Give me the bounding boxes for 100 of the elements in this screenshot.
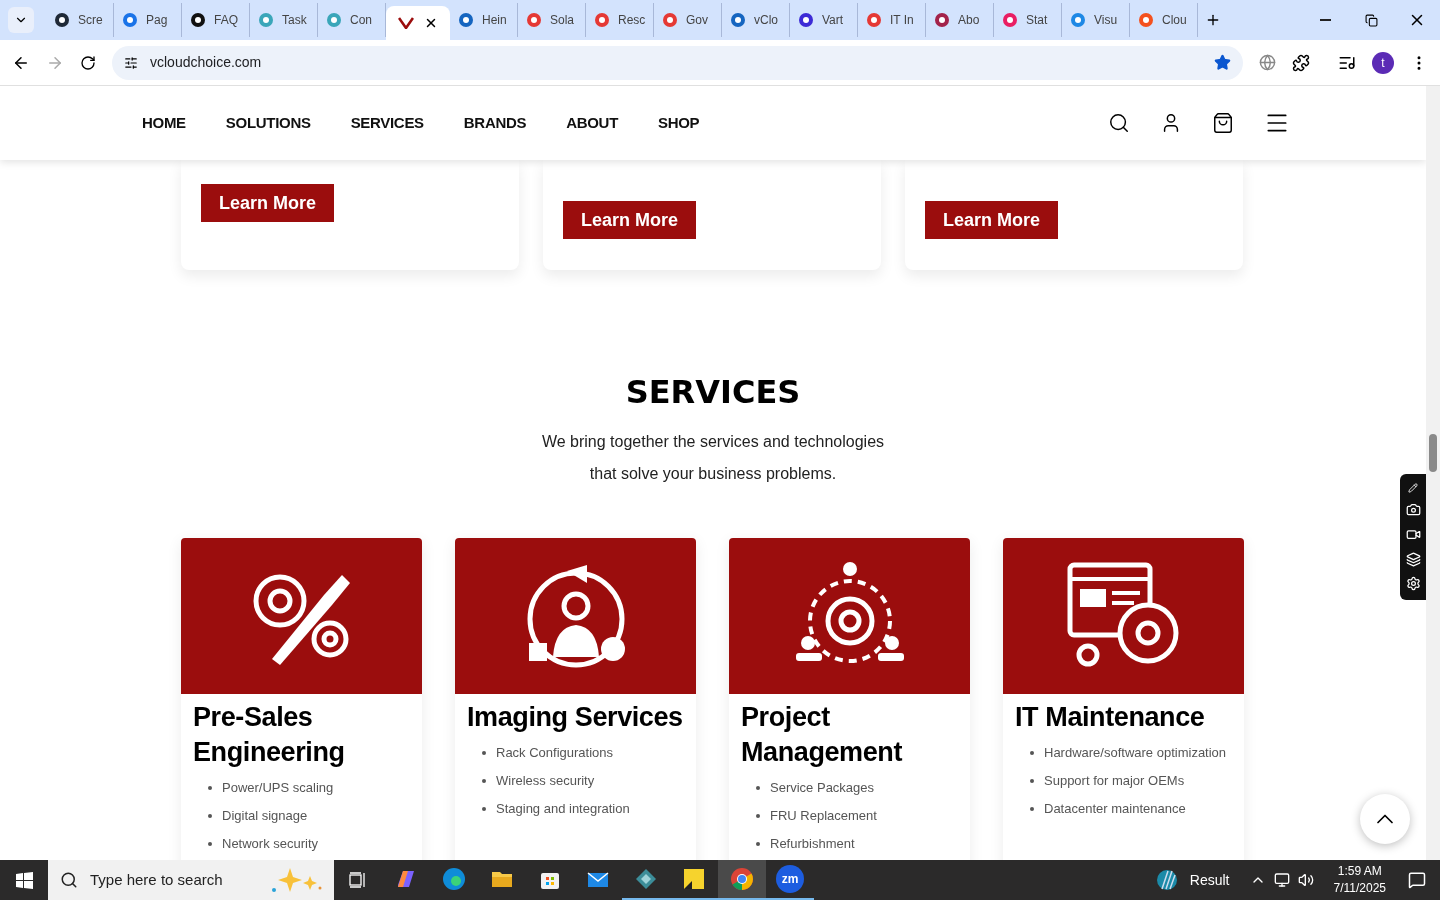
site-icon: [1138, 12, 1154, 28]
url-text: vcloudchoice.com: [150, 53, 263, 72]
globe-icon[interactable]: [1259, 54, 1276, 71]
site-icon: [458, 12, 474, 28]
browser-tab[interactable]: Scre: [46, 3, 114, 37]
weather-text: Result: [1189, 870, 1230, 890]
reload-icon[interactable]: [80, 54, 96, 71]
taskbar-app[interactable]: zm: [766, 860, 814, 900]
windows-logo-icon: [15, 871, 33, 889]
service-item: Staging and integration: [482, 795, 696, 823]
site-settings-icon: [124, 55, 138, 70]
learn-more-button[interactable]: Learn More: [563, 201, 697, 239]
browser-tab[interactable]: Gov: [654, 3, 722, 37]
site-icon: [326, 12, 342, 28]
task-view-icon: [349, 872, 367, 888]
site-icon: [730, 12, 746, 28]
site-icon: [54, 12, 70, 28]
browser-tab[interactable]: Vart: [790, 3, 858, 37]
service-item: Refurbishment: [756, 830, 970, 858]
site-icon: [594, 12, 610, 28]
browser-tab[interactable]: Sola: [518, 3, 586, 37]
card-title: Project Management: [740, 701, 904, 769]
nav-link[interactable]: SOLUTIONS: [225, 111, 311, 135]
browser-tab[interactable]: Visu: [1062, 3, 1130, 37]
browser-tab[interactable]: Hein: [450, 3, 518, 37]
browser-tab[interactable]: IT In: [858, 3, 926, 37]
service-item: Datacenter maintenance: [1030, 795, 1244, 823]
clock-time: 1:59 AM: [1337, 863, 1382, 880]
service-item: Network security: [208, 830, 422, 858]
zoom-icon: zm: [776, 865, 804, 893]
clock[interactable]: 1:59 AM 7/11/2025: [1325, 860, 1394, 900]
section-subtitle: We bring together the services and technologies that solve your business problems.: [540, 432, 886, 484]
service-item: Rack Configurations: [482, 739, 696, 767]
service-item: Wireless security: [482, 767, 696, 795]
network-icon[interactable]: [1273, 872, 1290, 888]
site-icon: [866, 12, 882, 28]
settings-icon[interactable]: [1405, 576, 1421, 592]
volume-icon[interactable]: [1297, 872, 1314, 888]
browser-tab[interactable]: Clou: [1130, 3, 1198, 37]
plus-icon: [1205, 12, 1221, 28]
address-bar[interactable]: vcloudchoice.com: [112, 45, 1243, 80]
site-icon: [798, 12, 814, 28]
service-item: Power/UPS scaling: [208, 774, 422, 802]
site-icon: [1070, 12, 1086, 28]
site-icon: [1002, 12, 1018, 28]
nav-link[interactable]: ABOUT: [566, 111, 618, 135]
notification-icon: [1408, 871, 1426, 889]
learn-more-button[interactable]: Learn More: [925, 201, 1059, 239]
browser-tab[interactable]: Stat: [994, 3, 1062, 37]
learn-more-button[interactable]: Learn More: [201, 184, 335, 222]
card-title: IT Maintenance: [1014, 701, 1206, 734]
search-icon[interactable]: [1108, 112, 1130, 134]
site-icon: [122, 12, 138, 28]
nav-link[interactable]: BRANDS: [463, 111, 527, 135]
search-placeholder: Type here to search: [90, 869, 224, 890]
section-title: SERVICES: [624, 376, 802, 408]
sparkle-icon: [270, 866, 322, 894]
site-icon: [662, 12, 678, 28]
card-title: Pre-Sales Engineering: [192, 701, 346, 769]
v-logo-icon: [398, 17, 414, 29]
tab-search-button[interactable]: [8, 7, 34, 33]
browser-tab[interactable]: vClo: [722, 3, 790, 37]
camera-icon[interactable]: [1405, 502, 1421, 518]
extensions-icon[interactable]: [1292, 53, 1310, 72]
nav-link[interactable]: SERVICES: [350, 111, 424, 135]
site-icon: [258, 12, 274, 28]
site-icon: [934, 12, 950, 28]
card-title: Imaging Services: [466, 701, 684, 734]
site-icon: [190, 12, 206, 28]
taskbar-search-field[interactable]: Type here to search: [48, 860, 334, 900]
site-icon: [526, 12, 542, 28]
video-icon[interactable]: [1405, 527, 1421, 542]
cart-icon[interactable]: [1212, 112, 1234, 134]
service-item: Service Packages: [756, 774, 970, 802]
scrollbar[interactable]: [1426, 86, 1440, 860]
profile-avatar[interactable]: t: [1372, 51, 1394, 74]
service-item: Digital signage: [208, 802, 422, 830]
nav-link[interactable]: SHOP: [658, 111, 700, 135]
browser-tab[interactable]: [386, 6, 450, 40]
weather-widget[interactable]: Result: [1147, 860, 1238, 900]
service-item: Hardware/software optimization: [1030, 739, 1244, 767]
pencil-icon[interactable]: [1408, 482, 1418, 493]
browser-tab[interactable]: Abo: [926, 3, 994, 37]
scrollbar-thumb[interactable]: [1429, 434, 1437, 472]
clock-date: 7/11/2025: [1333, 880, 1386, 897]
browser-tab[interactable]: FAQ: [182, 3, 250, 37]
browser-tab[interactable]: Pag: [114, 3, 182, 37]
layers-icon[interactable]: [1405, 551, 1421, 567]
chrome-icon: [730, 867, 754, 891]
sticky-note-icon: [682, 867, 706, 891]
browser-tab[interactable]: Task: [250, 3, 318, 37]
edge-icon: [442, 867, 466, 891]
browser-tab[interactable]: Resc: [586, 3, 654, 37]
close-icon[interactable]: [424, 16, 438, 30]
bookmark-star-icon[interactable]: [1214, 54, 1231, 71]
service-item: FRU Replacement: [756, 802, 970, 830]
globe-stripes-icon: [1155, 869, 1178, 891]
diamond-icon: [634, 867, 658, 891]
nav-link[interactable]: HOME: [142, 111, 186, 135]
minimize-icon: [1319, 19, 1331, 21]
